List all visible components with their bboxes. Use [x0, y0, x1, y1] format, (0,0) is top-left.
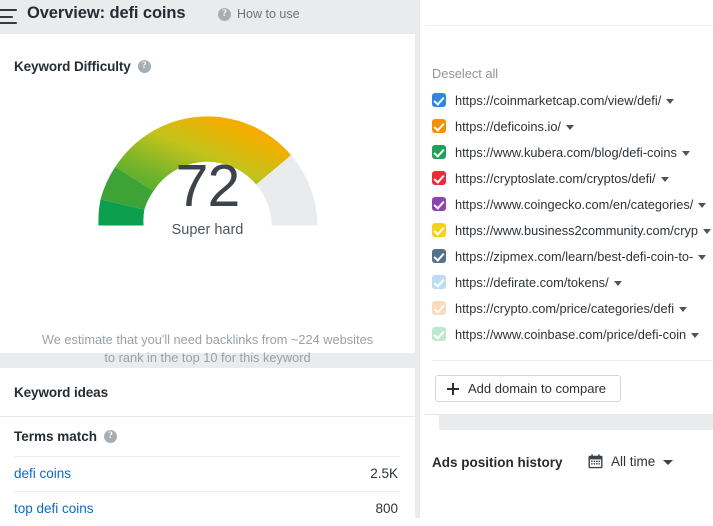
list-item[interactable]: https://zipmex.com/learn/best-defi-coin-… — [425, 243, 713, 269]
divider — [0, 416, 415, 417]
keyword-volume: 800 — [375, 501, 398, 516]
add-domain-label: Add domain to compare — [468, 381, 607, 396]
url-checkbox[interactable] — [432, 301, 446, 315]
url-checkbox[interactable] — [432, 249, 446, 263]
backlinks-estimate-line2: to rank in the top 10 for this keyword — [104, 350, 311, 365]
list-item[interactable]: https://www.business2community.com/cryp — [425, 217, 713, 243]
url-label[interactable]: https://www.kubera.com/blog/defi-coins — [455, 145, 690, 160]
keyword-term-link[interactable]: defi coins — [14, 466, 71, 481]
list-item[interactable]: https://www.coingecko.com/en/categories/ — [425, 191, 713, 217]
url-label[interactable]: https://crypto.com/price/categories/defi — [455, 300, 688, 316]
hamburger-icon[interactable] — [0, 9, 20, 24]
url-text: https://cryptoslate.com/cryptos/defi/ — [455, 170, 656, 186]
add-domain-to-compare-button[interactable]: Add domain to compare — [435, 375, 622, 402]
hamburger-bar — [0, 22, 17, 24]
keyword-ideas-card: Keyword ideas Terms match ? defi coins 2… — [0, 368, 415, 518]
url-text: https://www.kubera.com/blog/defi-coins — [455, 144, 677, 160]
page-title: Overview: defi coins — [27, 4, 186, 22]
chevron-down-icon[interactable] — [566, 124, 574, 130]
url-text: https://deficoins.io/ — [455, 118, 561, 134]
hamburger-bar — [0, 9, 17, 11]
url-text: https://crypto.com/price/categories/defi — [455, 300, 675, 316]
url-label[interactable]: https://deficoins.io/ — [455, 119, 574, 134]
terms-match-label: Terms match — [14, 429, 98, 444]
url-text: https://zipmex.com/learn/best-defi-coin-… — [455, 248, 694, 264]
url-label[interactable]: https://www.business2community.com/cryp — [455, 223, 711, 238]
list-item[interactable]: top defi coins 800 — [0, 491, 415, 526]
keyword-difficulty-heading: Keyword Difficulty ? — [14, 59, 151, 74]
chevron-down-icon[interactable] — [698, 202, 707, 208]
chevron-down-icon[interactable] — [681, 150, 690, 156]
chevron-down-icon[interactable] — [698, 254, 707, 260]
divider — [425, 414, 439, 415]
compared-urls-list: https://coinmarketcap.com/view/defi/http… — [425, 87, 713, 347]
list-item[interactable]: https://defirate.com/tokens/ — [425, 269, 713, 295]
url-checkbox[interactable] — [432, 93, 446, 107]
keyword-difficulty-gauge: 72 Super hard — [0, 94, 415, 284]
url-label[interactable]: https://cryptoslate.com/cryptos/defi/ — [455, 171, 669, 186]
url-checkbox[interactable] — [432, 327, 446, 341]
list-item[interactable]: https://crypto.com/price/categories/defi — [425, 295, 713, 321]
chevron-down-icon[interactable] — [660, 176, 669, 182]
url-checkbox[interactable] — [432, 275, 446, 289]
url-label[interactable]: https://coinmarketcap.com/view/defi/ — [455, 92, 675, 108]
url-checkbox[interactable] — [432, 223, 446, 237]
ads-position-history-section: Ads position history All time — [425, 430, 713, 518]
list-item[interactable]: https://coinmarketcap.com/view/defi/ — [425, 87, 713, 113]
divider — [425, 25, 713, 26]
url-text: https://www.coingecko.com/en/categories/ — [455, 196, 694, 212]
chevron-down-icon[interactable] — [679, 306, 688, 312]
backlinks-estimate-note: We estimate that you'll need backlinks f… — [0, 331, 415, 367]
url-label[interactable]: https://www.coinbase.com/price/defi-coin — [455, 326, 700, 342]
list-item[interactable]: https://www.kubera.com/blog/defi-coins — [425, 139, 713, 165]
chevron-down-icon[interactable] — [702, 228, 711, 234]
url-text: https://coinmarketcap.com/view/defi/ — [455, 92, 662, 108]
keyword-volume: 2.5K — [370, 466, 398, 481]
question-mark-icon[interactable]: ? — [218, 7, 231, 21]
list-item[interactable]: defi coins 2.5K — [0, 456, 415, 491]
chevron-down-icon — [663, 460, 674, 465]
how-to-use-link[interactable]: ? How to use — [218, 7, 300, 21]
keyword-difficulty-score: 72 — [175, 153, 241, 219]
backlinks-estimate-line1: We estimate that you'll need backlinks f… — [41, 332, 374, 347]
calendar-icon — [588, 454, 603, 469]
url-checkbox[interactable] — [432, 171, 446, 185]
hamburger-bar — [0, 15, 13, 18]
keyword-difficulty-label: Super hard — [171, 222, 244, 238]
how-to-use-label: How to use — [237, 7, 300, 21]
ads-position-history-title: Ads position history — [432, 455, 563, 470]
plus-icon — [447, 382, 459, 395]
url-text: https://defirate.com/tokens/ — [455, 274, 609, 290]
keyword-term-link[interactable]: top defi coins — [14, 501, 94, 516]
keyword-difficulty-card: Keyword Difficulty ? 72 Super hard We es… — [0, 34, 415, 365]
url-checkbox[interactable] — [432, 119, 446, 133]
left-column: Keyword Difficulty ? 72 Super hard We es… — [0, 34, 420, 518]
chevron-down-icon[interactable] — [666, 98, 675, 104]
url-label[interactable]: https://www.coingecko.com/en/categories/ — [455, 196, 707, 212]
compare-domains-panel: Deselect all https://coinmarketcap.com/v… — [425, 0, 713, 518]
url-label[interactable]: https://defirate.com/tokens/ — [455, 275, 622, 290]
url-text: https://www.business2community.com/cryp — [455, 222, 698, 238]
list-item[interactable]: https://cryptoslate.com/cryptos/defi/ — [425, 165, 713, 191]
list-item[interactable]: https://deficoins.io/ — [425, 113, 713, 139]
url-text: https://www.coinbase.com/price/defi-coin — [455, 326, 687, 342]
list-item[interactable]: https://www.coinbase.com/price/defi-coin — [425, 321, 713, 347]
date-range-label: All time — [611, 454, 656, 469]
keyword-difficulty-title: Keyword Difficulty — [14, 59, 131, 74]
section-gap — [439, 414, 713, 430]
url-checkbox[interactable] — [432, 145, 446, 159]
url-checkbox[interactable] — [432, 197, 446, 211]
keyword-ideas-title: Keyword ideas — [14, 385, 108, 400]
chevron-down-icon[interactable] — [613, 280, 622, 286]
date-range-selector[interactable]: All time — [588, 454, 674, 469]
question-mark-icon[interactable]: ? — [137, 60, 151, 73]
question-mark-icon[interactable]: ? — [104, 430, 118, 443]
chevron-down-icon[interactable] — [691, 332, 700, 338]
divider — [432, 360, 713, 361]
terms-match-heading: Terms match ? — [14, 429, 118, 444]
deselect-all-button[interactable]: Deselect all — [432, 66, 498, 81]
app-header: Overview: defi coins ? How to use — [0, 0, 420, 34]
url-label[interactable]: https://zipmex.com/learn/best-defi-coin-… — [455, 248, 707, 264]
